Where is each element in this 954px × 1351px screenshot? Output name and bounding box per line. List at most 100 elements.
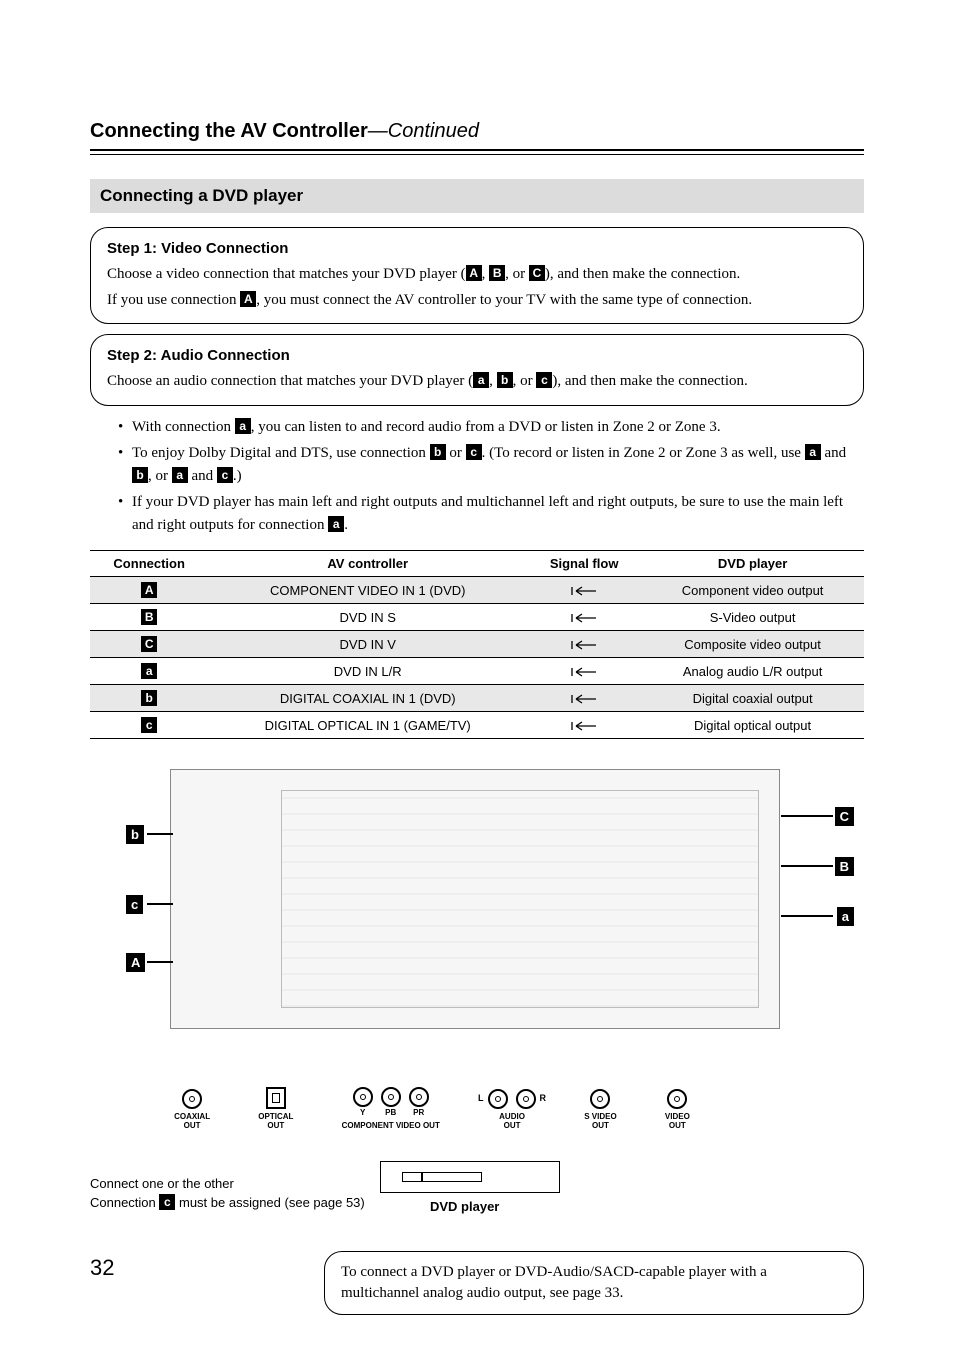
step1-sep1: , — [482, 266, 490, 282]
callout-c: c — [126, 895, 143, 914]
cell-flow-a — [527, 658, 641, 685]
label-coaxial: COAXIAL OUT — [174, 1113, 210, 1131]
chip-b: b — [497, 372, 513, 388]
note2-pre: To enjoy Dolby Digital and DTS, use conn… — [132, 445, 430, 461]
step2-line1-pre: Choose an audio connection that matches … — [107, 373, 473, 389]
cell-av-C: DVD IN V — [208, 631, 527, 658]
step1-line2-pre: If you use connection — [107, 292, 240, 308]
jack-video: VIDEO OUT — [665, 1089, 690, 1131]
chip-B: B — [489, 265, 505, 281]
dvd-player-front — [380, 1161, 560, 1193]
jack-svideo: S VIDEO OUT — [584, 1089, 616, 1131]
note2-m5: and — [188, 468, 217, 484]
cell-key-C: C — [141, 636, 157, 652]
connect-note-l1: Connect one or the other — [90, 1175, 365, 1194]
cell-av-b: DIGITAL COAXIAL IN 1 (DVD) — [208, 685, 527, 712]
jack-audio: AUDIO OUT L R — [488, 1089, 536, 1131]
cell-av-c: DIGITAL OPTICAL IN 1 (GAME/TV) — [208, 712, 527, 739]
connection-table: Connection AV controller Signal flow DVD… — [90, 550, 864, 739]
step2-line1-post: ), and then make the connection. — [552, 373, 747, 389]
note-2: To enjoy Dolby Digital and DTS, use conn… — [118, 442, 848, 487]
note-3: If your DVD player has main left and rig… — [118, 491, 848, 536]
dvd-player-caption: DVD player — [430, 1199, 499, 1214]
label-pb: PB — [385, 1109, 396, 1118]
chip-c-n2b: c — [217, 467, 233, 483]
jack-coaxial: COAXIAL OUT — [174, 1089, 210, 1131]
row-C: C DVD IN V Composite video output — [90, 631, 864, 658]
note2-m2: . (To record or listen in Zone 2 or Zone… — [482, 445, 805, 461]
title-main: Connecting the AV Controller — [90, 120, 368, 142]
label-optical: OPTICAL OUT — [258, 1113, 293, 1131]
chip-b-n2: b — [430, 444, 446, 460]
chip-A: A — [466, 265, 482, 281]
note2-m3: and — [821, 445, 846, 461]
chip-b-n2b: b — [132, 467, 148, 483]
cell-player-c: Digital optical output — [641, 712, 864, 739]
label-y: Y — [360, 1109, 365, 1118]
step2-line1: Choose an audio connection that matches … — [107, 371, 847, 393]
cell-av-A: COMPONENT VIDEO IN 1 (DVD) — [208, 577, 527, 604]
page-number: 32 — [90, 1255, 114, 1281]
chip-a-n2a: a — [805, 444, 821, 460]
label-audio: AUDIO OUT — [499, 1113, 525, 1131]
note2-m1: or — [446, 445, 466, 461]
callout-b: b — [126, 825, 144, 844]
note1-post: , you can listen to and record audio fro… — [251, 419, 721, 435]
callout-B: B — [835, 857, 854, 876]
note2-m4: , or — [148, 468, 172, 484]
step1-line2-post: , you must connect the AV controller to … — [256, 292, 752, 308]
step1-line1: Choose a video connection that matches y… — [107, 264, 847, 286]
row-A: A COMPONENT VIDEO IN 1 (DVD) Component v… — [90, 577, 864, 604]
dvd-player-outputs: COAXIAL OUT OPTICAL OUT Y PB PR COMPONEN… — [150, 1087, 714, 1131]
row-a: a DVD IN L/R Analog audio L/R output — [90, 658, 864, 685]
chip-c-n2: c — [466, 444, 482, 460]
th-flow: Signal flow — [527, 551, 641, 577]
step2-box: Step 2: Audio Connection Choose an audio… — [90, 334, 864, 406]
label-svideo: S VIDEO OUT — [584, 1113, 616, 1131]
label-pr: PR — [413, 1109, 424, 1118]
th-av: AV controller — [208, 551, 527, 577]
page-title: Connecting the AV Controller—Continued — [90, 120, 864, 143]
label-component: COMPONENT VIDEO OUT — [342, 1122, 440, 1131]
cell-flow-b — [527, 685, 641, 712]
cell-flow-B — [527, 604, 641, 631]
step1-line2: If you use connection A, you must connec… — [107, 290, 847, 312]
cell-player-B: S-Video output — [641, 604, 864, 631]
cell-player-A: Component video output — [641, 577, 864, 604]
cell-key-a: a — [141, 663, 157, 679]
cell-key-A: A — [141, 582, 157, 598]
connect-note: Connect one or the other Connection c mu… — [90, 1175, 365, 1213]
cell-key-B: B — [141, 609, 157, 625]
th-connection: Connection — [90, 551, 208, 577]
note3-pre: If your DVD player has main left and rig… — [132, 494, 843, 533]
cell-av-B: DVD IN S — [208, 604, 527, 631]
bottom-note-box: To connect a DVD player or DVD-Audio/SAC… — [324, 1251, 864, 1315]
callout-C: C — [835, 807, 854, 826]
cell-player-b: Digital coaxial output — [641, 685, 864, 712]
label-video: VIDEO OUT — [665, 1113, 690, 1131]
chip-a: a — [473, 372, 489, 388]
chip-A-2: A — [240, 291, 256, 307]
chip-c-note: c — [159, 1194, 175, 1210]
jack-component: Y PB PR COMPONENT VIDEO OUT — [342, 1087, 440, 1131]
cell-player-a: Analog audio L/R output — [641, 658, 864, 685]
note1-pre: With connection — [132, 419, 235, 435]
section-heading: Connecting a DVD player — [90, 179, 864, 213]
chip-c: c — [536, 372, 552, 388]
step1-line1-post: ), and then make the connection. — [545, 266, 740, 282]
row-c: c DIGITAL OPTICAL IN 1 (GAME/TV) Digital… — [90, 712, 864, 739]
step1-heading: Step 1: Video Connection — [107, 238, 847, 260]
step1-box: Step 1: Video Connection Choose a video … — [90, 227, 864, 324]
cell-flow-C — [527, 631, 641, 658]
note3-post: . — [344, 517, 348, 533]
cell-flow-c — [527, 712, 641, 739]
note2-post: .) — [233, 468, 242, 484]
step2-heading: Step 2: Audio Connection — [107, 345, 847, 367]
step2-sep2: , or — [513, 373, 537, 389]
step1-line1-pre: Choose a video connection that matches y… — [107, 266, 466, 282]
connect-note-l2-pre: Connection — [90, 1195, 159, 1210]
chip-C: C — [529, 265, 545, 281]
connect-note-l2-post: must be assigned (see page 53) — [175, 1195, 364, 1210]
notes-list: With connection a , you can listen to and… — [90, 416, 864, 537]
connect-note-l2: Connection c must be assigned (see page … — [90, 1194, 365, 1213]
